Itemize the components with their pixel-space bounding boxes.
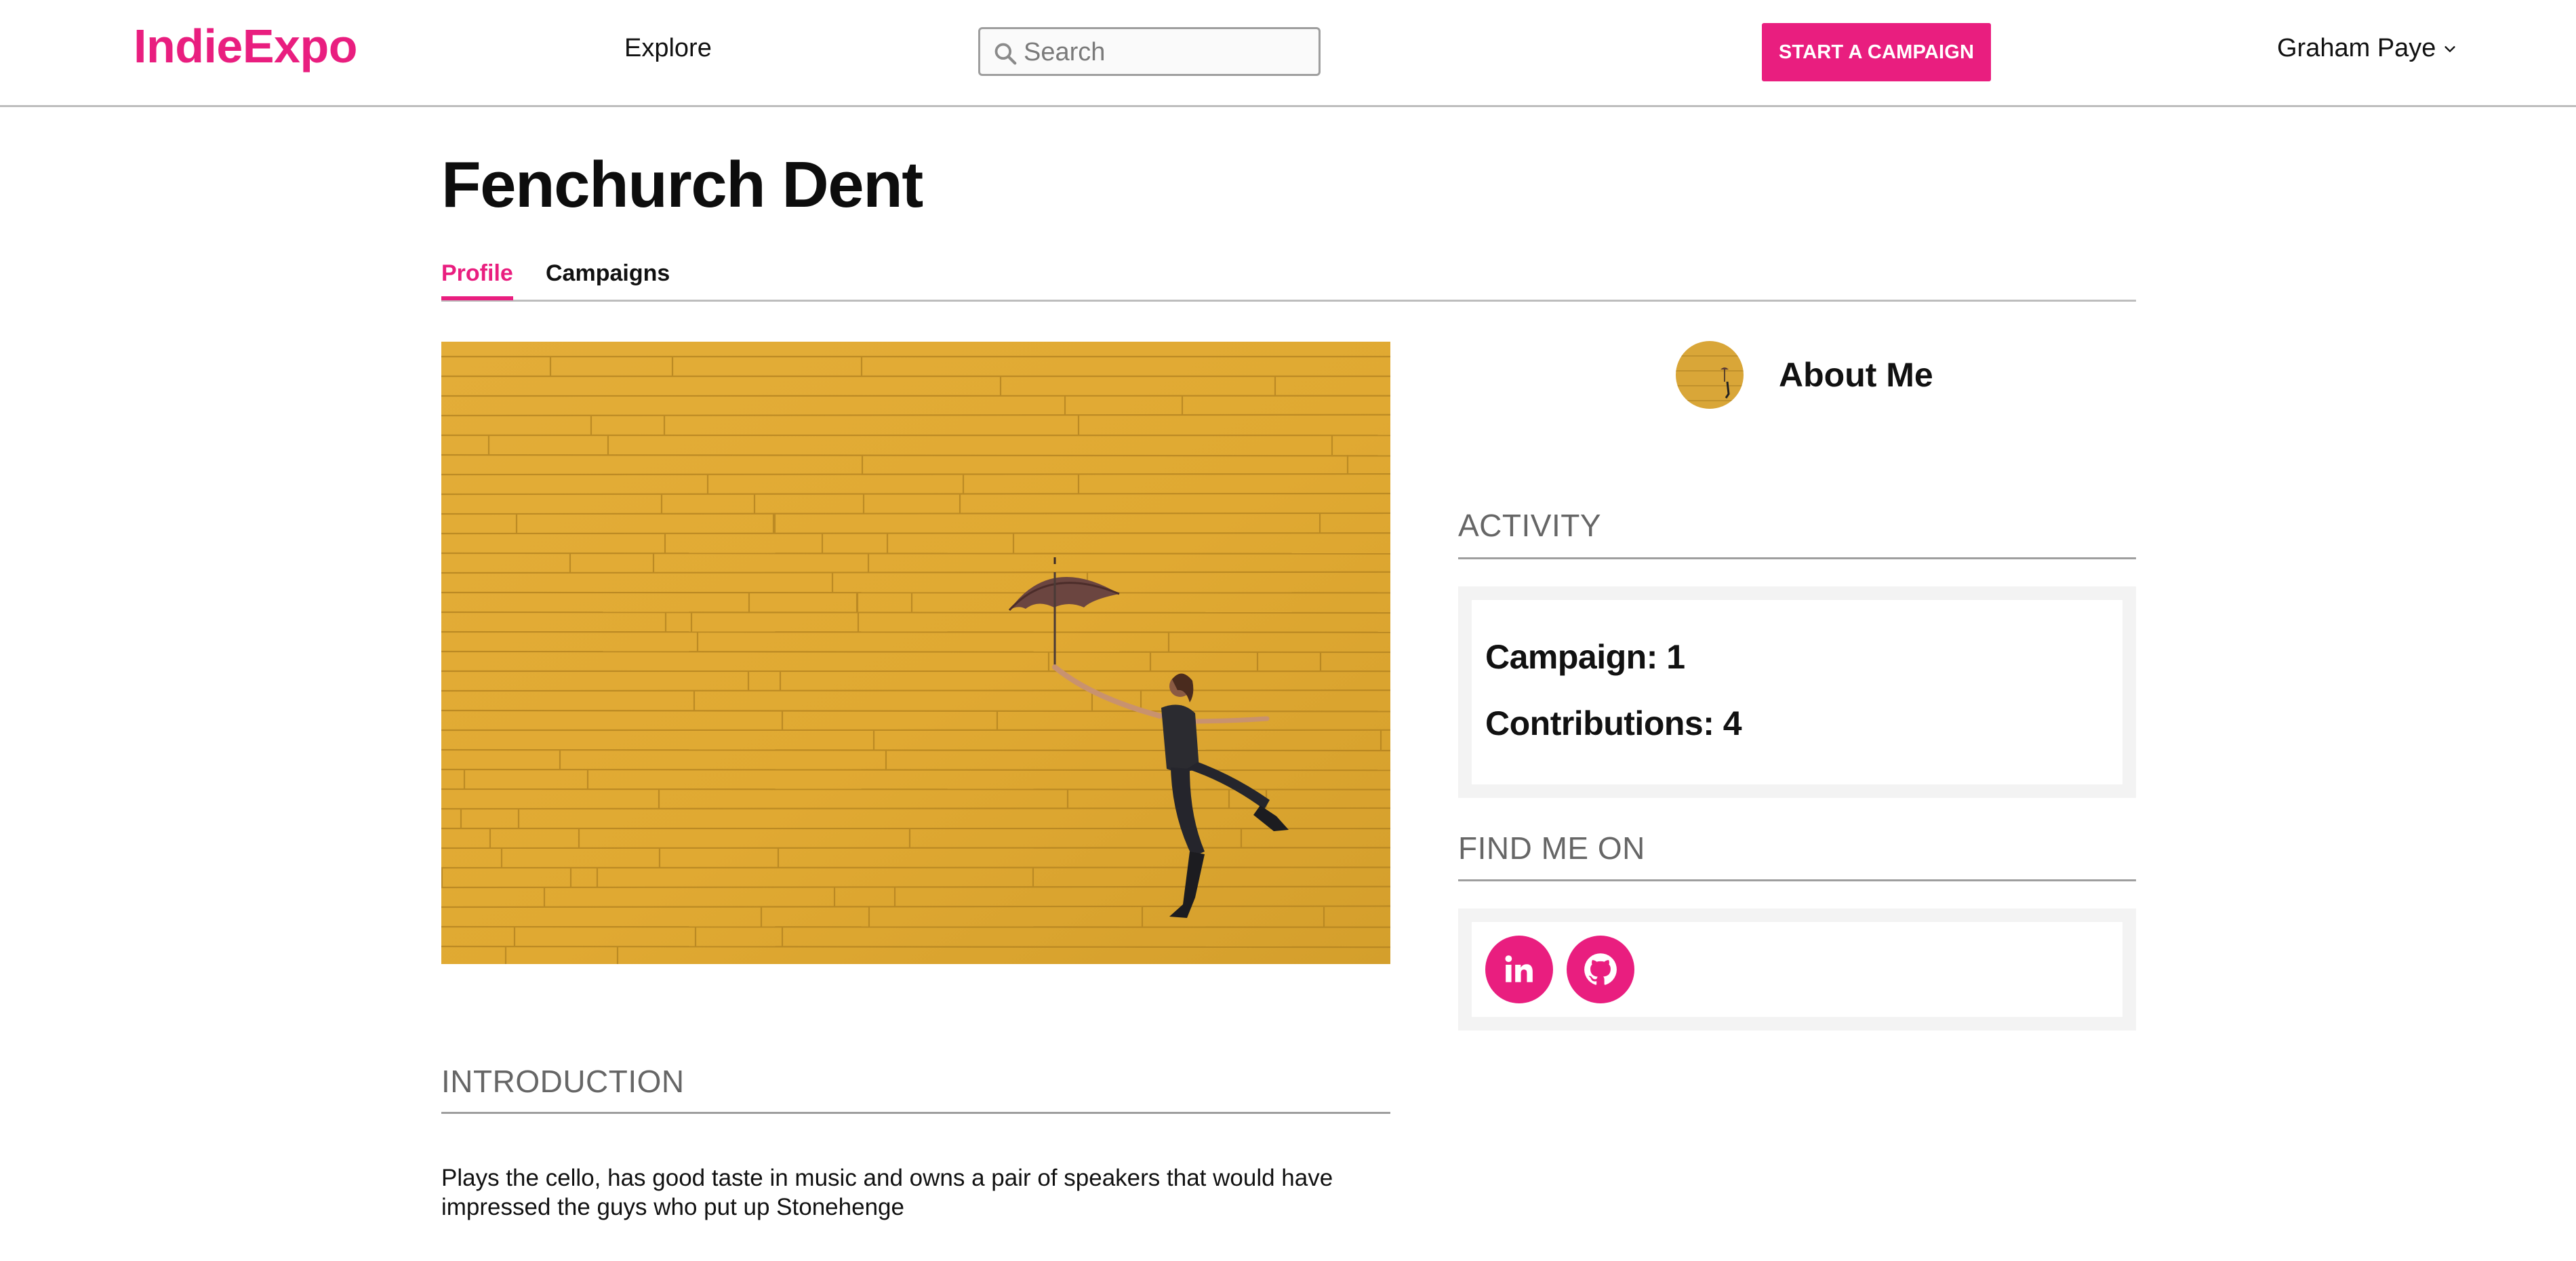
site-logo[interactable]: IndieExpo [134,19,357,73]
github-link[interactable] [1567,936,1634,1003]
activity-heading: ACTIVITY [1458,508,1602,543]
page-title: Fenchurch Dent [441,148,923,221]
top-navigation-bar: IndieExpo Explore START A CAMPAIGN Graha… [0,0,2576,107]
activity-divider [1458,557,2136,559]
profile-cover-image [441,342,1390,964]
search-input[interactable] [1024,33,1308,71]
tab-profile[interactable]: Profile [441,260,513,300]
linkedin-link[interactable] [1485,936,1553,1003]
chevron-down-icon [2444,45,2456,52]
search-box[interactable] [978,27,1321,76]
introduction-divider [441,1112,1390,1114]
linkedin-icon [1505,955,1533,982]
contributions-count: Contributions: 4 [1485,704,1742,742]
avatar[interactable] [1676,341,1744,409]
user-name-label: Graham Paye [2277,34,2436,62]
github-icon [1584,953,1617,985]
profile-tabs: Profile Campaigns [441,258,2136,302]
user-menu-dropdown[interactable]: Graham Paye [2277,34,2457,63]
search-icon [994,43,1017,65]
social-links-panel [1458,908,2136,1030]
tab-campaigns[interactable]: Campaigns [546,260,670,296]
introduction-text: Plays the cello, has good taste in music… [441,1165,1333,1220]
activity-panel [1458,586,2136,798]
find-me-on-heading: FIND ME ON [1458,830,1645,866]
about-me-header: About Me [1676,341,1933,409]
start-campaign-button[interactable]: START A CAMPAIGN [1762,23,1991,81]
campaign-count: Campaign: 1 [1485,638,1685,676]
about-me-title: About Me [1779,356,1933,394]
find-me-on-divider [1458,879,2136,881]
introduction-heading: INTRODUCTION [441,1064,685,1099]
nav-explore-link[interactable]: Explore [624,34,712,63]
